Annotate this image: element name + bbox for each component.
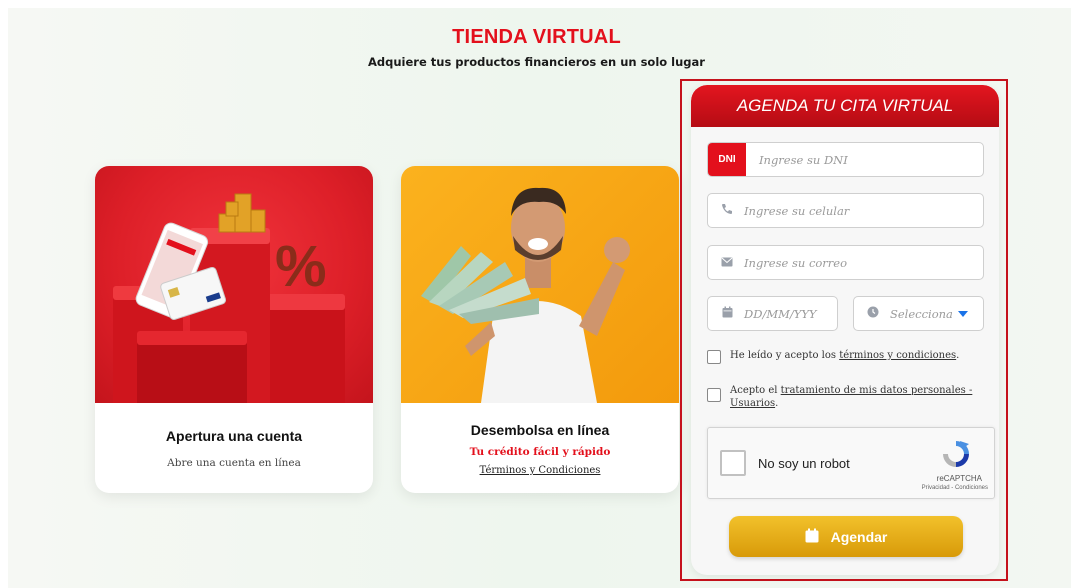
percent-symbol: % — [275, 234, 327, 299]
phone-icon — [720, 203, 734, 218]
recaptcha-widget: No soy un robot reCAPTCHA Privacidad - C… — [707, 427, 995, 499]
data-checkbox-row: Acepto el tratamiento de mis datos perso… — [707, 384, 987, 410]
dni-placeholder: Ingrese su DNI — [759, 152, 848, 167]
page-subtitle: Adquiere tus productos financieros en un… — [368, 55, 705, 69]
product-card-open-account[interactable]: % Apertura una cuenta Abre una cuenta en… — [95, 166, 373, 493]
card-title: Apertura una cuenta — [165, 428, 303, 444]
email-input[interactable]: Ingrese su correo — [707, 245, 984, 280]
card-highlight: Tu crédito fácil y rápido — [469, 446, 611, 458]
time-placeholder: Selecciona — [890, 306, 952, 321]
time-select[interactable]: Selecciona — [853, 296, 984, 331]
man-holding-money-photo — [401, 166, 679, 403]
date-placeholder: DD/MM/YYY — [744, 306, 817, 321]
chevron-down-icon — [958, 307, 968, 321]
clock-icon — [866, 306, 880, 321]
terms-conditions-link[interactable]: términos y condiciones — [839, 350, 956, 361]
recaptcha-terms[interactable]: Privacidad - Condiciones — [922, 485, 988, 491]
schedule-button-label: Agendar — [830, 528, 888, 545]
recaptcha-logo-icon — [940, 438, 972, 474]
page-title: TIENDA VIRTUAL — [452, 26, 621, 48]
card-title: Desembolsa en línea — [470, 422, 610, 438]
savings-illustration-svg: % — [113, 193, 345, 403]
savings-account-illustration: % — [95, 166, 373, 403]
terms-link[interactable]: Términos y Condiciones — [401, 465, 679, 476]
dni-input[interactable]: DNI Ingrese su DNI — [707, 142, 984, 177]
phone-placeholder: Ingrese su celular — [744, 203, 850, 218]
email-placeholder: Ingrese su correo — [744, 255, 848, 270]
recaptcha-brand: reCAPTCHA — [936, 474, 982, 483]
product-card-online-disbursement[interactable]: Desembolsa en línea Tu crédito fácil y r… — [401, 166, 679, 493]
recaptcha-label: No soy un robot — [758, 456, 850, 471]
date-input[interactable]: DD/MM/YYY — [707, 296, 838, 331]
form-title: AGENDA TU CITA VIRTUAL — [691, 85, 999, 127]
dni-badge: DNI — [708, 143, 746, 176]
card-description: Abre una cuenta en línea — [167, 457, 301, 469]
calendar-icon — [805, 528, 819, 546]
terms-checkbox[interactable] — [707, 350, 721, 364]
terms-label: He leído y acepto los términos y condici… — [730, 350, 960, 361]
data-treatment-label: Acepto el tratamiento de mis datos perso… — [730, 385, 973, 409]
schedule-button[interactable]: Agendar — [729, 516, 963, 557]
terms-checkbox-row: He leído y acepto los términos y condici… — [707, 350, 959, 364]
phone-input[interactable]: Ingrese su celular — [707, 193, 984, 228]
recaptcha-checkbox[interactable] — [720, 450, 746, 476]
data-treatment-checkbox[interactable] — [707, 388, 721, 402]
man-money-svg — [421, 187, 630, 403]
calendar-icon — [720, 306, 734, 321]
envelope-icon — [720, 256, 734, 270]
